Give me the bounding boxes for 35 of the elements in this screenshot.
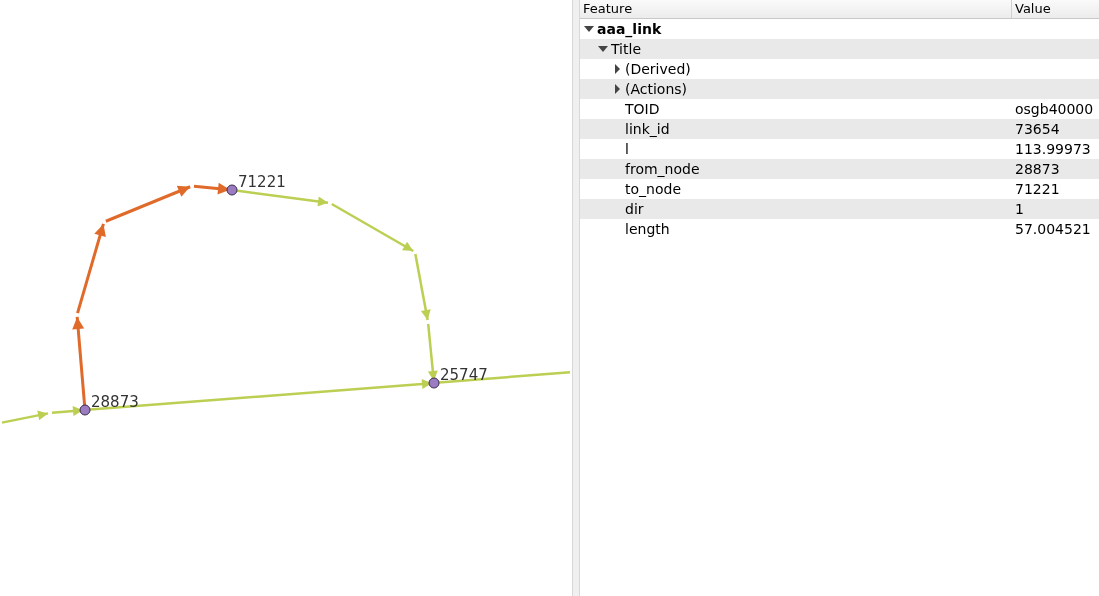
feature-label: dir: [625, 201, 644, 217]
feature-label: l: [625, 141, 629, 157]
feature-label: link_id: [625, 121, 670, 137]
tree-row[interactable]: from_node 28873: [580, 159, 1099, 179]
column-header[interactable]: Value: [1012, 0, 1099, 18]
feature-label: from_node: [625, 161, 700, 177]
node-point: [79, 404, 91, 416]
expanded-arrow-icon[interactable]: [584, 24, 594, 34]
attribute-value: 57.004521: [1014, 221, 1091, 237]
feature-label: length: [625, 221, 670, 237]
tree-row[interactable]: (Actions): [580, 79, 1099, 99]
node-label: 25747: [440, 366, 488, 384]
attribute-value: 28873: [1014, 161, 1060, 177]
feature-label: (Actions): [625, 81, 688, 97]
node-point: [428, 377, 440, 389]
attribute-value: osgb40000: [1014, 101, 1094, 117]
node-label: 71221: [238, 173, 286, 191]
feature-label: TOID: [625, 101, 660, 117]
collapsed-arrow-icon[interactable]: [612, 64, 622, 74]
tree-row[interactable]: dir 1: [580, 199, 1099, 219]
attribute-value: 113.99973: [1014, 141, 1091, 157]
attribute-value: 73654: [1014, 121, 1060, 137]
feature-label: to_node: [625, 181, 681, 197]
attribute-value: 1: [1014, 201, 1024, 217]
node-point: [226, 184, 238, 196]
attribute-value: 71221: [1014, 181, 1060, 197]
tree-row[interactable]: Title: [580, 39, 1099, 59]
feature-label: (Derived): [625, 61, 691, 77]
column-header[interactable]: Feature: [580, 0, 1012, 18]
feature-label: aaa_link: [597, 21, 662, 37]
expanded-arrow-icon[interactable]: [598, 44, 608, 54]
collapsed-arrow-icon[interactable]: [612, 84, 622, 94]
node-label: 28873: [91, 393, 139, 411]
tree-row[interactable]: link_id 73654: [580, 119, 1099, 139]
feature-label: Title: [611, 41, 641, 57]
